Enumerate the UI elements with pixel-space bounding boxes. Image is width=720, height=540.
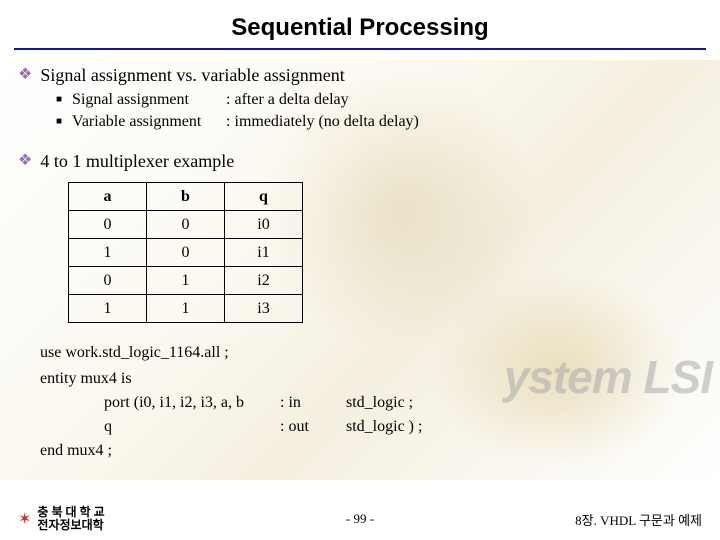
code-token: mux4 ; [63, 442, 112, 459]
code-line-end: end mux4 ; [40, 439, 702, 463]
title-rule [14, 48, 706, 50]
bullet-main-2: ❖ 4 to 1 multiplexer example [18, 150, 702, 172]
port-row1-type: std_logic ; [346, 391, 466, 415]
sub2-label: Variable assignment [72, 112, 222, 132]
square-icon: ■ [56, 112, 62, 132]
table-header-row: a b q [69, 183, 303, 211]
th-a: a [69, 183, 147, 211]
cell: 1 [147, 267, 225, 295]
sub-bullets-1: ■ Signal assignment : after a delta dela… [56, 90, 702, 132]
footer: ✶ 충 북 대 학 교 전자정보대학 - 99 - 8장. VHDL 구문과 예… [0, 506, 720, 532]
bullet-main-1-text: Signal assignment vs. variable assignmen… [40, 64, 344, 86]
sub-bullet-1-text: Signal assignment : after a delta delay [72, 90, 349, 110]
sub-bullet-2: ■ Variable assignment : immediately (no … [56, 112, 702, 132]
port-row2-dir: : out [280, 415, 340, 439]
square-icon: ■ [56, 90, 62, 110]
code-line-entity: entity mux4 is [40, 367, 702, 391]
port-row2-type: std_logic ) ; [346, 415, 466, 439]
footer-left-text: 충 북 대 학 교 전자정보대학 [37, 506, 104, 532]
cell: 1 [147, 295, 225, 323]
code-token: std_logic_1164. [102, 344, 204, 361]
port-row1-dir: : in [280, 391, 340, 415]
footer-page-number: - 99 - [346, 511, 374, 527]
code-token: all ; [204, 344, 228, 361]
cell: 0 [147, 239, 225, 267]
cell: 0 [69, 267, 147, 295]
th-b: b [147, 183, 225, 211]
code-line-use: use work.std_logic_1164.all ; [40, 341, 702, 365]
cell: i1 [225, 239, 303, 267]
cell: i3 [225, 295, 303, 323]
sub1-desc: : after a delta delay [226, 91, 349, 108]
sub-bullet-1: ■ Signal assignment : after a delta dela… [56, 90, 702, 110]
th-q: q [225, 183, 303, 211]
truth-table: a b q 0 0 i0 1 0 i1 0 1 i2 1 1 i3 [68, 182, 303, 323]
code-port-block: port (i0, i1, i2, i3, a, b : in std_logi… [72, 391, 702, 439]
diamond-icon: ❖ [18, 150, 32, 172]
footer-chapter: 8장. VHDL 구문과 예제 [575, 510, 702, 529]
cell: 1 [69, 295, 147, 323]
table-row: 1 1 i3 [69, 295, 303, 323]
table-row: 1 0 i1 [69, 239, 303, 267]
port-row2-sig: q [104, 415, 274, 439]
code-token: is [121, 370, 132, 387]
cell: i0 [225, 211, 303, 239]
diamond-icon: ❖ [18, 64, 32, 86]
cell: 0 [147, 211, 225, 239]
bullet-main-1: ❖ Signal assignment vs. variable assignm… [18, 64, 702, 86]
cell: 0 [69, 211, 147, 239]
table-row: 0 0 i0 [69, 211, 303, 239]
code-area: use work.std_logic_1164.all ; entity mux… [40, 341, 702, 463]
sub1-label: Signal assignment [72, 90, 222, 110]
sub-bullet-2-text: Variable assignment : immediately (no de… [72, 112, 419, 132]
page-title: Sequential Processing [0, 0, 720, 48]
code-token: (i0, i1, i2, i3, a, b [134, 394, 244, 411]
footer-dept: 전자정보대학 [37, 519, 104, 532]
code-token: mux4 [76, 370, 120, 387]
cell: i2 [225, 267, 303, 295]
code-token: entity [40, 370, 76, 387]
bullet-main-2-text: 4 to 1 multiplexer example [40, 150, 234, 172]
sub2-desc: : immediately (no delta delay) [226, 113, 419, 130]
footer-left: ✶ 충 북 대 학 교 전자정보대학 [18, 506, 105, 532]
logo-icon: ✶ [18, 509, 31, 529]
cell: 1 [69, 239, 147, 267]
code-token: port [104, 394, 130, 411]
table-row: 0 1 i2 [69, 267, 303, 295]
port-row1-sig: port (i0, i1, i2, i3, a, b [104, 391, 274, 415]
code-token: use work. [40, 344, 102, 361]
code-token: end [40, 442, 63, 459]
content-area: ❖ Signal assignment vs. variable assignm… [0, 64, 720, 463]
port-grid: port (i0, i1, i2, i3, a, b : in std_logi… [104, 391, 702, 439]
